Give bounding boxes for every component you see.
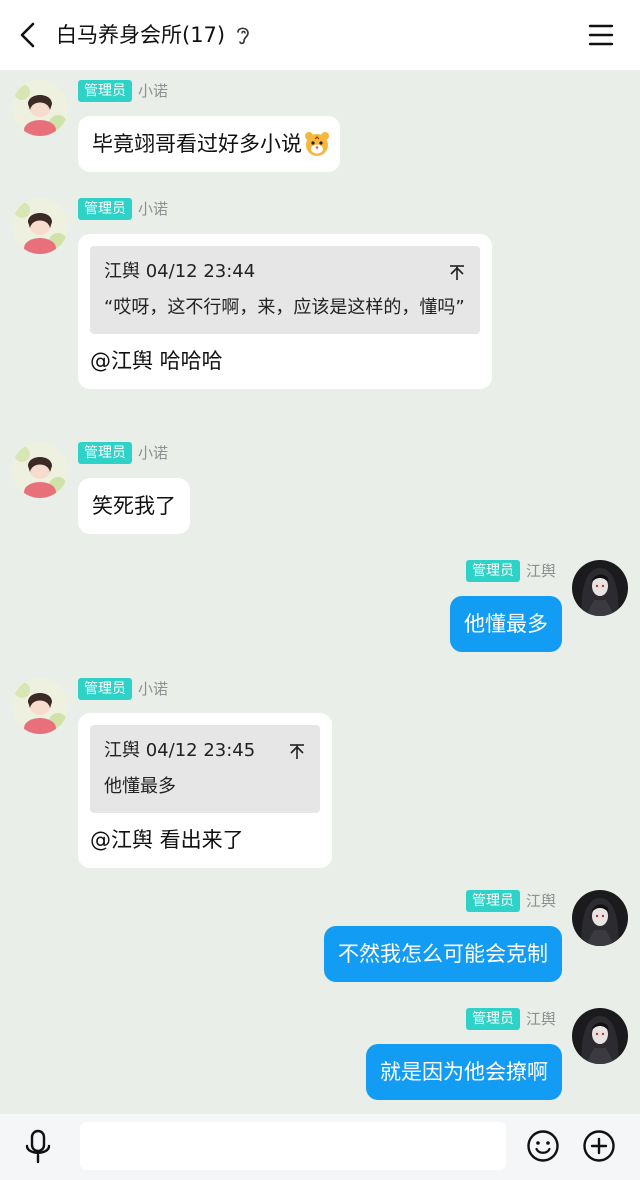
message-bubble[interactable]: 江舆 04/12 23:44 “哎呀，这不行啊，来，应该是这样的，懂吗” @江舆… [78, 234, 492, 389]
message-text: 就是因为他会撩啊 [380, 1060, 548, 1084]
message-meta: 管理员 小诺 [78, 80, 168, 102]
message-text: 他懂最多 [464, 612, 548, 636]
admin-badge: 管理员 [78, 678, 132, 700]
admin-badge: 管理员 [78, 80, 132, 102]
quoted-message[interactable]: 江舆 04/12 23:45 他懂最多 [90, 725, 320, 813]
message-bubble[interactable]: 不然我怎么可能会克制 [324, 926, 562, 982]
avatar[interactable] [12, 442, 68, 498]
sender-nick: 小诺 [138, 82, 169, 100]
input-bar [0, 1114, 640, 1180]
tiger-emoji-icon [305, 132, 329, 156]
sender-nick: 小诺 [138, 680, 169, 698]
sender-nick: 江舆 [525, 892, 556, 910]
sender-nick: 小诺 [138, 444, 169, 462]
admin-badge: 管理员 [465, 560, 520, 582]
message-text: 不然我怎么可能会克制 [338, 942, 548, 966]
message-text: @江舆 哈哈哈 [90, 349, 223, 373]
quote-jump-icon[interactable] [288, 742, 306, 760]
message-item: 管理员 小诺 毕竟翊哥看过好多小说 [0, 78, 640, 178]
message-text: 毕竟翊哥看过好多小说 [92, 132, 302, 156]
message-bubble[interactable]: 笑死我了 [78, 478, 190, 534]
admin-badge: 管理员 [78, 198, 132, 220]
avatar[interactable] [572, 560, 628, 616]
ear-icon [237, 27, 249, 45]
message-meta: 管理员 小诺 [78, 678, 168, 700]
quoted-message[interactable]: 江舆 04/12 23:44 “哎呀，这不行啊，来，应该是这样的，懂吗” [90, 246, 480, 334]
message-item: 管理员 江舆 他懂最多 [0, 558, 640, 658]
message-item: 管理员 小诺 笑死我了 [0, 440, 640, 540]
menu-icon[interactable] [588, 21, 614, 49]
message-meta: 管理员 江舆 [465, 890, 556, 912]
avatar[interactable] [572, 1008, 628, 1064]
message-item: 管理员 小诺 江舆 04/12 23:45 他懂最多 @江舆 看出来了 [0, 676, 640, 868]
message-bubble[interactable]: 就是因为他会撩啊 [366, 1044, 562, 1100]
plus-icon[interactable] [582, 1129, 616, 1163]
message-meta: 管理员 小诺 [78, 198, 168, 220]
sender-nick: 江舆 [525, 562, 556, 580]
avatar[interactable] [12, 80, 68, 136]
admin-badge: 管理员 [78, 442, 132, 464]
avatar[interactable] [572, 890, 628, 946]
avatar[interactable] [12, 678, 68, 734]
message-bubble[interactable]: 江舆 04/12 23:45 他懂最多 @江舆 看出来了 [78, 713, 332, 868]
message-input[interactable] [80, 1122, 506, 1170]
message-meta: 管理员 江舆 [465, 1008, 556, 1030]
message-bubble[interactable]: 他懂最多 [450, 596, 562, 652]
admin-badge: 管理员 [465, 890, 520, 912]
back-icon[interactable] [14, 20, 42, 50]
sender-nick: 小诺 [138, 200, 169, 218]
quote-text: 他懂最多 [104, 776, 176, 797]
message-text: @江舆 看出来了 [90, 828, 244, 852]
message-meta: 管理员 江舆 [465, 560, 556, 582]
quote-text: “哎呀，这不行啊，来，应该是这样的，懂吗” [104, 297, 465, 318]
page-title: 白马养身会所(17) [56, 23, 226, 47]
avatar[interactable] [12, 198, 68, 254]
message-item: 管理员 小诺 江舆 04/12 23:44 “哎呀，这不行啊，来，应该是这样的，… [0, 196, 640, 420]
message-meta: 管理员 小诺 [78, 442, 168, 464]
sender-nick: 江舆 [525, 1010, 556, 1028]
chat-header: 白马养身会所(17) [0, 0, 640, 70]
admin-badge: 管理员 [465, 1008, 520, 1030]
mic-icon[interactable] [22, 1129, 54, 1165]
message-item: 管理员 江舆 不然我怎么可能会克制 [0, 888, 640, 988]
message-text: 笑死我了 [92, 494, 176, 518]
message-bubble[interactable]: 毕竟翊哥看过好多小说 [78, 116, 340, 172]
message-item: 管理员 江舆 就是因为他会撩啊 [0, 1006, 640, 1106]
quote-header: 江舆 04/12 23:44 [104, 261, 256, 282]
smile-icon[interactable] [526, 1129, 560, 1163]
quote-header: 江舆 04/12 23:45 [104, 740, 256, 761]
quote-jump-icon[interactable] [448, 263, 466, 281]
